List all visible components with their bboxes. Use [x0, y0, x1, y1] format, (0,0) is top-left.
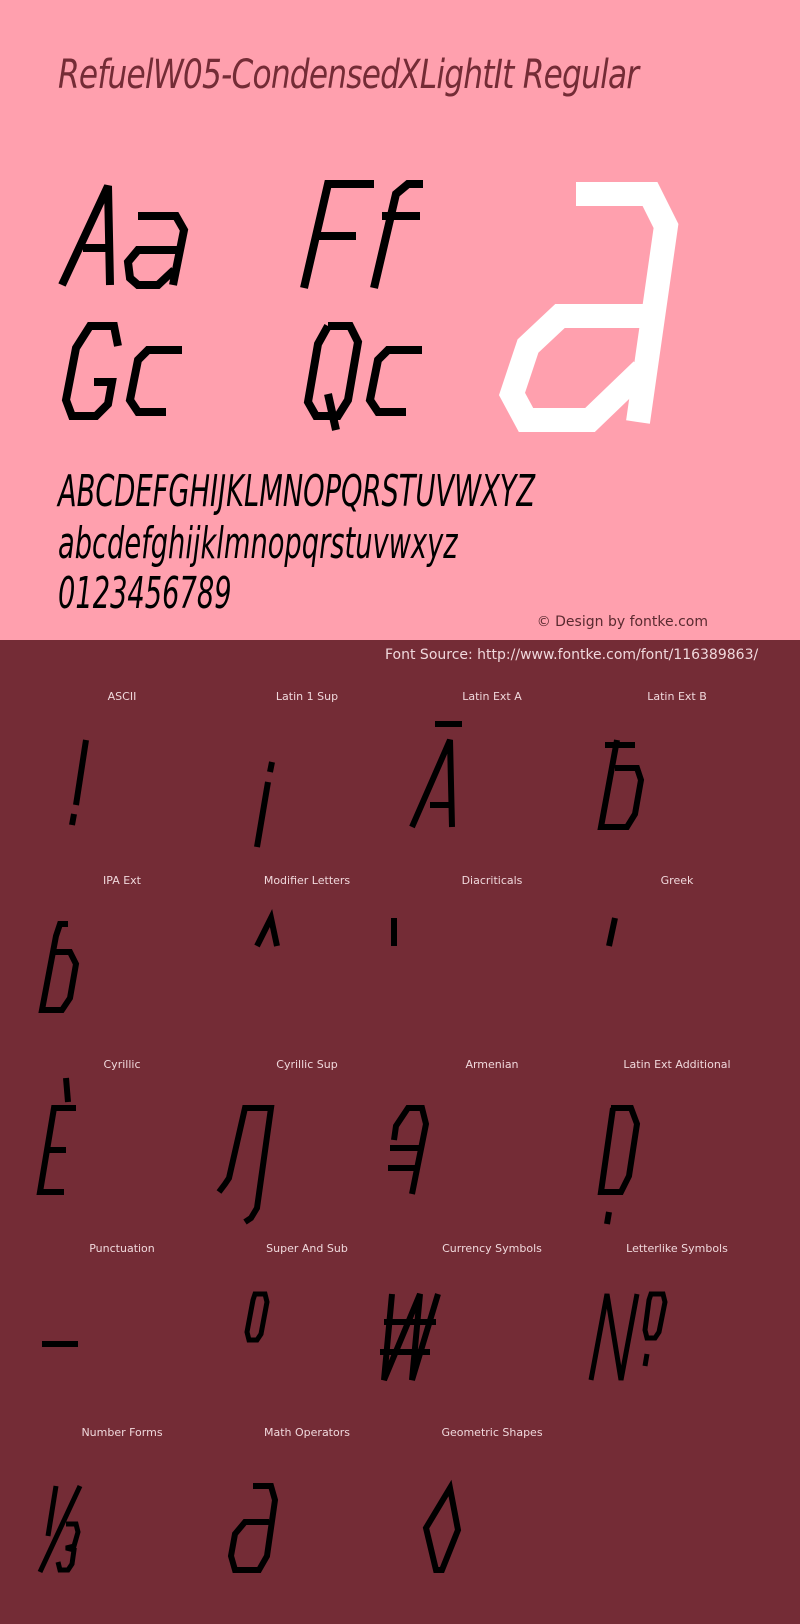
- preview-panel: RefuelW05-CondensedXLightIt Regular ABCD…: [0, 0, 800, 640]
- block-currency-symbols: Currency Symbols: [380, 1242, 584, 1426]
- glyph-en-dash: [42, 1341, 78, 1347]
- glyph-exclamation: [69, 739, 89, 826]
- glyph-vertical-line-above: [391, 918, 397, 946]
- glyph-f: [370, 180, 423, 289]
- block-cyrillic-sup: Cyrillic Sup: [215, 1058, 399, 1242]
- glyph-a-macron: [409, 721, 462, 829]
- glyph-G: [61, 322, 122, 420]
- glyph-b-stroke: [597, 739, 645, 830]
- glyph-circumflex: [254, 909, 280, 948]
- block-modifier-letters: Modifier Letters: [215, 874, 399, 1058]
- block-greek: Greek: [585, 874, 769, 1058]
- glyph-b-hook: [38, 921, 80, 1013]
- glyph-lozenge: [422, 1479, 462, 1573]
- glyph-e-grave: [36, 1077, 76, 1195]
- lowercase-sample: abcdefghijklmnopqrstuvwxyz: [58, 518, 458, 569]
- glyph-partial-differential: [227, 1483, 279, 1573]
- block-latin-ext-b: Latin Ext B: [585, 690, 769, 874]
- design-credit: © Design by fontke.com: [536, 614, 708, 630]
- glyph-tonos: [606, 917, 618, 947]
- block-letterlike-symbols: Letterlike Symbols: [585, 1242, 769, 1426]
- block-geometric-shapes: Geometric Shapes: [400, 1426, 584, 1610]
- glyph-q: [365, 346, 422, 416]
- glyph-pair-qq: [303, 322, 422, 431]
- glyph-el-hook: [216, 1105, 275, 1225]
- glyph-A: [58, 184, 114, 287]
- block-punctuation: Punctuation: [30, 1242, 214, 1426]
- digits-sample: 0123456789: [58, 568, 232, 619]
- glyph-numero-sign: [588, 1291, 668, 1381]
- block-latin-1-sup: Latin 1 Sup: [215, 690, 399, 874]
- uppercase-sample: ABCDEFGHIJKLMNOPQRSTUVWXYZ: [58, 466, 536, 517]
- block-super-and-sub: Super And Sub: [215, 1242, 399, 1426]
- font-name-title: RefuelW05-CondensedXLightIt Regular: [58, 52, 639, 98]
- glyph-won-sign: [380, 1292, 441, 1382]
- block-diacriticals: Diacriticals: [391, 874, 584, 1058]
- glyph-g: [125, 346, 182, 416]
- font-source-link[interactable]: Font Source: http://www.fontke.com/font/…: [385, 647, 758, 663]
- glyph-pair-aa: [58, 184, 189, 289]
- glyph-d-dot-below: [597, 1105, 641, 1225]
- block-ascii: ASCII: [30, 690, 214, 874]
- glyph-inverted-exclamation: [254, 761, 275, 848]
- glyph-pair-ff: [300, 180, 423, 289]
- block-latin-ext-a: Latin Ext A: [400, 690, 584, 874]
- glyph-pair-gg: [61, 322, 182, 420]
- glyph-superscript-zero: [244, 1291, 270, 1343]
- block-cyrillic: Cyrillic: [30, 1058, 214, 1242]
- block-armenian: Armenian: [388, 1058, 584, 1242]
- block-number-forms: Number Forms: [30, 1426, 214, 1610]
- block-ipa-ext: IPA Ext: [30, 874, 214, 1058]
- block-latin-ext-additional: Latin Ext Additional: [585, 1058, 769, 1242]
- block-math-operators: Math Operators: [215, 1426, 399, 1610]
- glyph-one-third: [37, 1484, 83, 1574]
- big-glyph-a: [498, 182, 679, 432]
- glyph-ja: [388, 1105, 430, 1195]
